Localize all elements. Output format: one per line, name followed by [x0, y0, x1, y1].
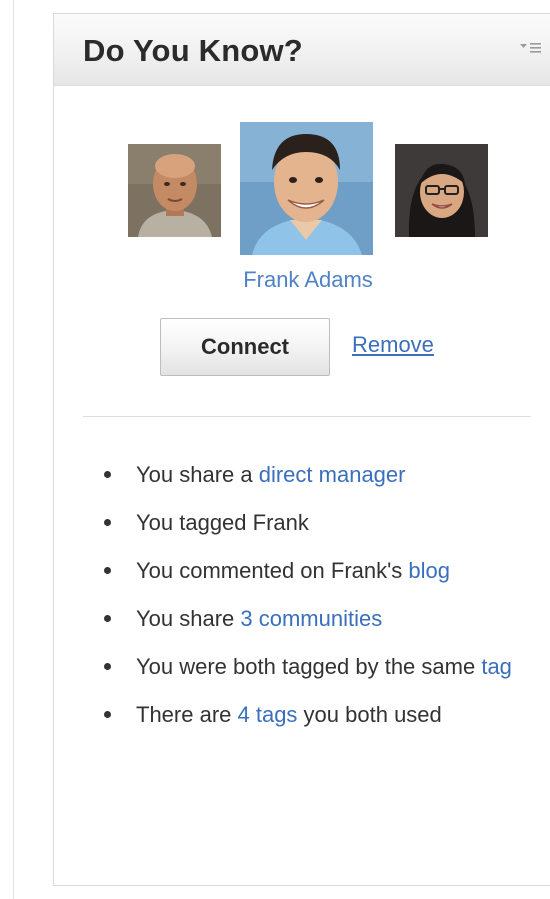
person-photo-left[interactable] [128, 144, 221, 237]
reason-text: You share a [136, 462, 259, 487]
reason-text: There are [136, 702, 238, 727]
divider [83, 416, 531, 417]
bullet-icon [104, 711, 111, 718]
reason-item: You commented on Frank's blog [104, 547, 524, 595]
bullet-icon [104, 615, 111, 622]
bullet-icon [104, 567, 111, 574]
sort-menu-icon[interactable] [520, 40, 542, 56]
person-name-link[interactable]: Frank Adams [114, 267, 502, 293]
reason-item: You share 3 communities [104, 595, 524, 643]
remove-link[interactable]: Remove [352, 332, 434, 358]
reason-link-tags[interactable]: 4 tags [238, 702, 298, 727]
reason-item: You tagged Frank [104, 499, 524, 547]
reason-text: You share [136, 606, 241, 631]
bullet-icon [104, 663, 111, 670]
reason-link-communities[interactable]: 3 communities [240, 606, 382, 631]
reason-text: You commented on Frank's [136, 558, 409, 583]
connect-button[interactable]: Connect [160, 318, 330, 376]
reason-link-direct-manager[interactable]: direct manager [259, 462, 406, 487]
page: Do You Know? Frank Adams Connect Remove … [0, 0, 550, 899]
reason-link-tag[interactable]: tag [481, 654, 512, 679]
reason-text: You tagged Frank [136, 510, 309, 535]
reason-item: There are 4 tags you both used [104, 691, 524, 739]
reason-item: You were both tagged by the same tag [104, 643, 524, 691]
person-photo-center[interactable] [240, 122, 373, 255]
widget-body: Frank Adams Connect Remove You share a d… [54, 86, 550, 886]
reason-link-blog[interactable]: blog [408, 558, 450, 583]
widget-header: Do You Know? [54, 14, 550, 86]
left-border [13, 0, 14, 899]
reason-item: You share a direct manager [104, 451, 524, 499]
do-you-know-widget: Do You Know? Frank Adams Connect Remove … [53, 13, 550, 886]
widget-title: Do You Know? [83, 33, 303, 68]
bullet-icon [104, 519, 111, 526]
reasons-list: You share a direct manager You tagged Fr… [104, 451, 524, 739]
reason-text: You were both tagged by the same [136, 654, 482, 679]
reason-text-suffix: you both used [297, 702, 442, 727]
bullet-icon [104, 471, 111, 478]
person-photo-right[interactable] [395, 144, 488, 237]
